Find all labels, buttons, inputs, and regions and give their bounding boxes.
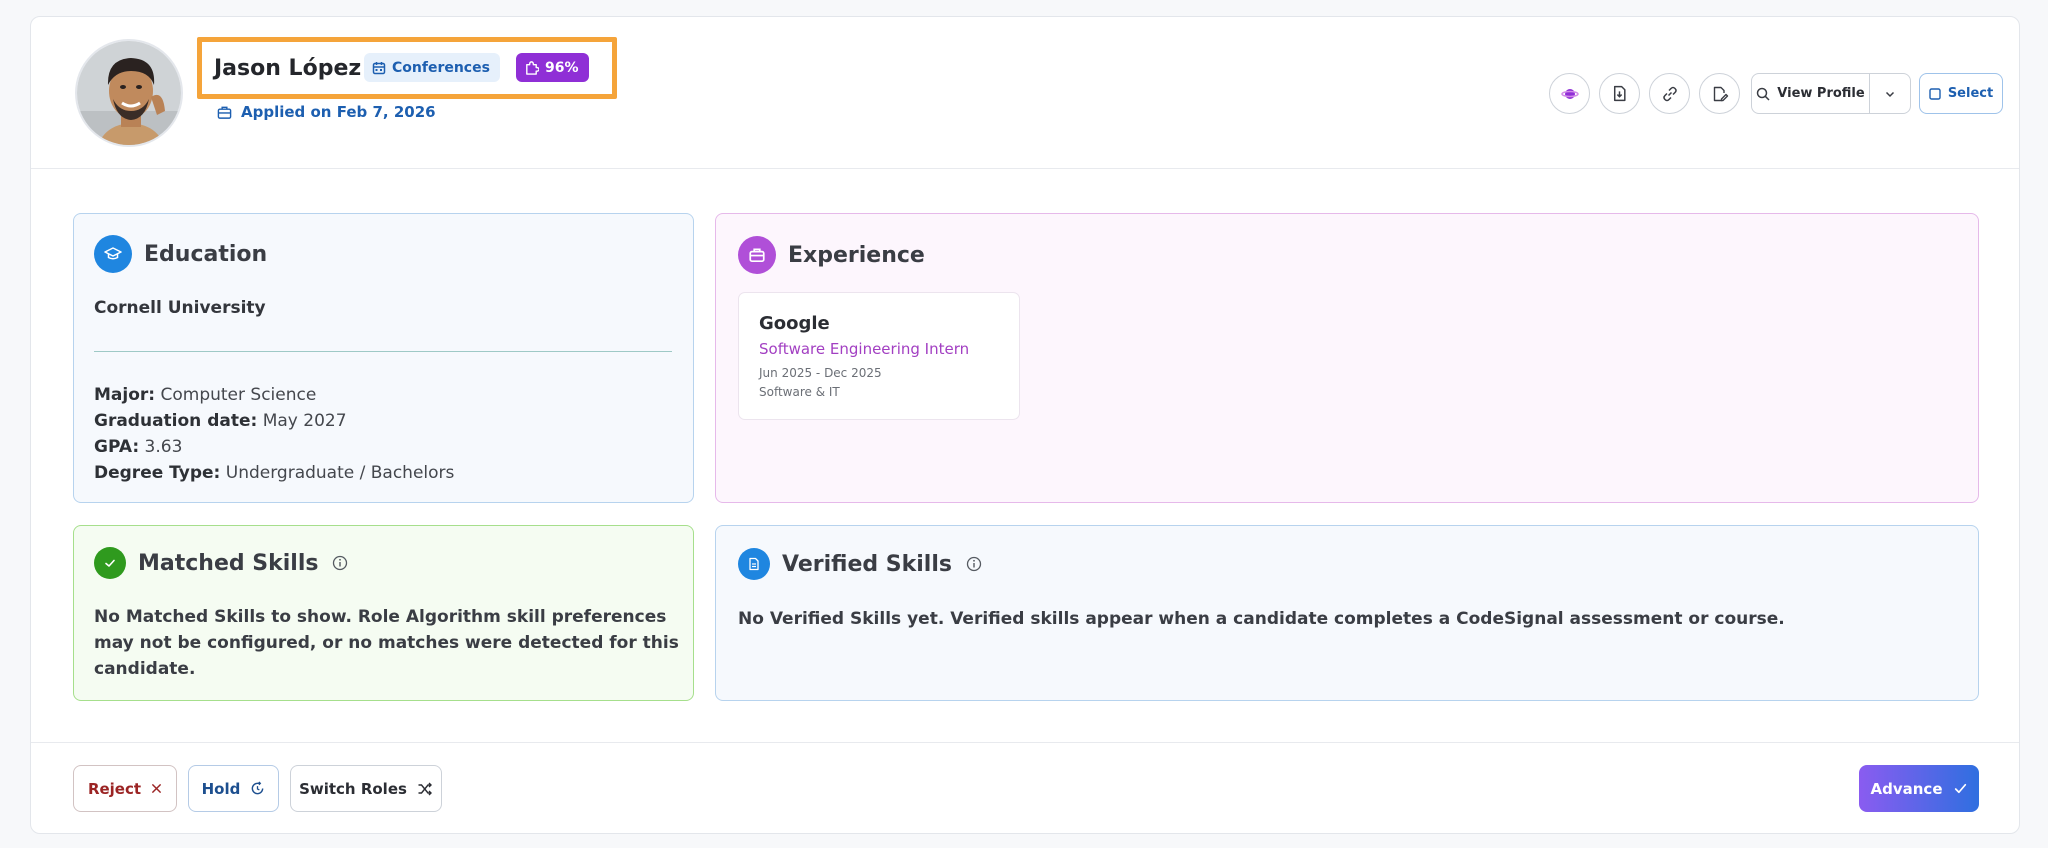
matched-skills-panel: Matched Skills No Matched Skills to show… xyxy=(73,525,694,701)
reject-button[interactable]: Reject xyxy=(73,765,177,812)
checkbox-icon xyxy=(1929,87,1941,100)
link-icon xyxy=(1662,86,1677,101)
source-badge[interactable]: Conferences xyxy=(364,53,500,82)
switch-roles-label: Switch Roles xyxy=(299,779,407,798)
codesignal-button[interactable] xyxy=(1549,73,1590,114)
puzzle-icon xyxy=(526,61,539,75)
major-row: Major: Computer Science xyxy=(94,385,317,405)
footer-divider xyxy=(31,742,2019,743)
degree-value: Undergraduate / Bachelors xyxy=(225,463,455,483)
chevron-down-icon xyxy=(1885,91,1895,97)
reject-label: Reject xyxy=(87,779,142,798)
experience-item: Google Software Engineering Intern Jun 2… xyxy=(738,292,1020,420)
file-edit-icon xyxy=(1713,86,1728,101)
verified-skills-empty: No Verified Skills yet. Verified skills … xyxy=(738,609,1785,629)
graduation-value: May 2027 xyxy=(262,411,347,431)
view-profile-label: View Profile xyxy=(1777,86,1865,101)
experience-dates: Jun 2025 - Dec 2025 xyxy=(759,366,882,380)
view-profile-dropdown[interactable] xyxy=(1870,74,1910,113)
education-details: Major: Computer Science Graduation date:… xyxy=(94,382,454,486)
experience-role: Software Engineering Intern xyxy=(759,340,970,358)
candidate-card: Jason López Conferences 96% Applied on F… xyxy=(30,16,2020,834)
view-profile-group: View Profile xyxy=(1751,73,1911,114)
hold-button[interactable]: Hold xyxy=(188,765,279,812)
match-score-badge[interactable]: 96% xyxy=(516,53,589,82)
briefcase-icon xyxy=(217,106,232,119)
gpa-row: GPA: 3.63 xyxy=(94,437,183,457)
verified-skills-title: Verified Skills xyxy=(782,551,952,577)
info-icon[interactable] xyxy=(966,556,982,572)
major-value: Computer Science xyxy=(160,385,317,405)
view-profile-button[interactable]: View Profile xyxy=(1752,74,1870,113)
briefcase-icon xyxy=(738,236,776,274)
degree-row: Degree Type: Undergraduate / Bachelors xyxy=(94,463,455,483)
resume-button[interactable] xyxy=(1599,73,1640,114)
document-icon xyxy=(738,548,770,580)
university-name: Cornell University xyxy=(94,298,266,318)
info-icon[interactable] xyxy=(332,555,348,571)
header-divider xyxy=(31,168,2019,169)
experience-company: Google xyxy=(759,313,830,334)
source-badge-label: Conferences xyxy=(392,59,490,76)
applied-date: Applied on Feb 7, 2026 xyxy=(217,103,436,121)
edit-note-button[interactable] xyxy=(1699,73,1740,114)
candidate-title-highlight: Jason López Conferences 96% xyxy=(197,37,617,99)
experience-industry: Software & IT xyxy=(759,385,840,399)
copy-link-button[interactable] xyxy=(1649,73,1690,114)
document-download-icon xyxy=(1613,85,1626,102)
advance-label: Advance xyxy=(1870,779,1943,798)
applied-date-text: Applied on Feb 7, 2026 xyxy=(241,103,436,121)
education-title: Education xyxy=(144,241,268,267)
close-icon xyxy=(152,784,161,793)
experience-panel: Experience Google Software Engineering I… xyxy=(715,213,1979,503)
graduation-cap-icon xyxy=(94,235,132,273)
search-icon xyxy=(1757,87,1770,101)
planet-icon xyxy=(1560,88,1579,99)
hold-label: Hold xyxy=(201,779,241,798)
shuffle-icon xyxy=(418,782,432,795)
education-divider xyxy=(94,351,672,352)
clock-refresh-icon xyxy=(252,781,264,795)
advance-button[interactable]: Advance xyxy=(1859,765,1979,812)
graduation-row: Graduation date: May 2027 xyxy=(94,411,347,431)
check-icon xyxy=(94,547,126,579)
avatar[interactable] xyxy=(75,39,183,147)
calendar-icon xyxy=(372,61,386,74)
select-button[interactable]: Select xyxy=(1919,73,2003,114)
gpa-value: 3.63 xyxy=(144,437,183,457)
education-panel: Education Cornell University Major: Comp… xyxy=(73,213,694,503)
verified-skills-panel: Verified Skills No Verified Skills yet. … xyxy=(715,525,1979,701)
matched-skills-title: Matched Skills xyxy=(138,550,319,576)
candidate-name: Jason López xyxy=(214,56,362,81)
switch-roles-button[interactable]: Switch Roles xyxy=(290,765,442,812)
matched-skills-empty: No Matched Skills to show. Role Algorith… xyxy=(94,607,679,679)
check-icon xyxy=(1954,783,1966,794)
experience-title: Experience xyxy=(788,242,925,268)
select-label: Select xyxy=(1947,86,1994,101)
match-score-value: 96% xyxy=(545,59,579,76)
experience-meta: Jun 2025 - Dec 2025 Software & IT xyxy=(759,364,999,402)
